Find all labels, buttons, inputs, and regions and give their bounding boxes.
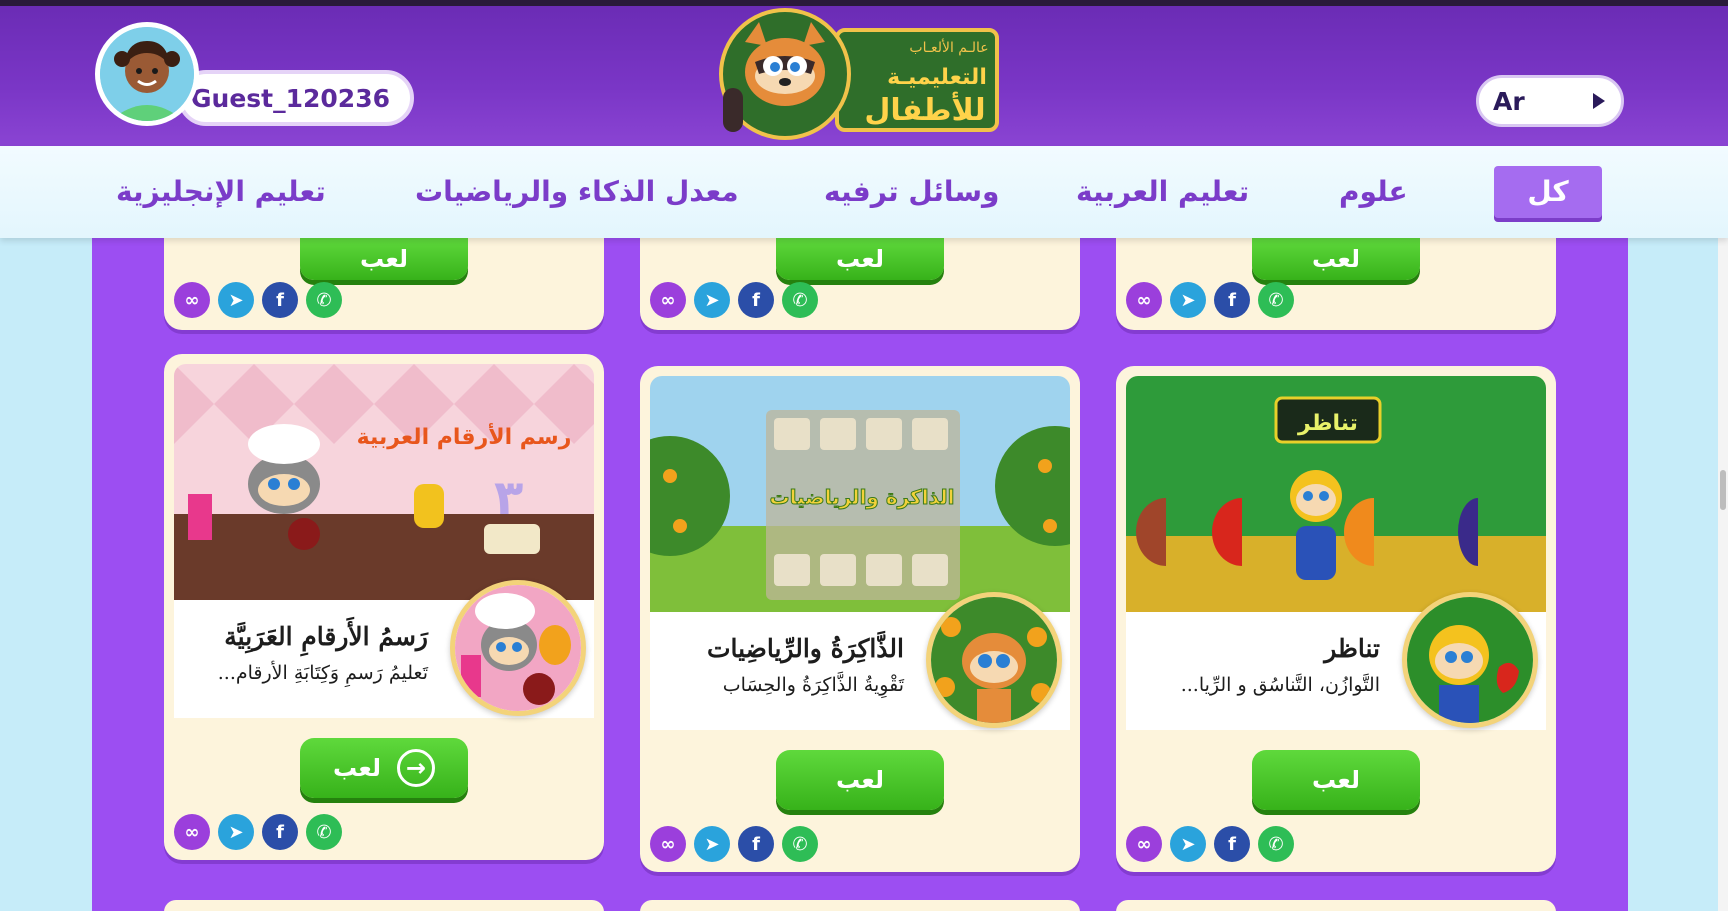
logo-line2: التعليميـة [887,65,987,90]
share-row: ∞ ➤ f ✆ [174,282,342,318]
arrow-right-circle-icon: → [396,749,435,787]
telegram-icon[interactable]: ➤ [1170,826,1206,862]
image-title: تناظر [1297,411,1358,436]
site-logo[interactable]: عالـم الألعـاب التعليميـة للأطفال [715,2,1005,140]
telegram-icon[interactable]: ➤ [694,826,730,862]
game-image[interactable]: تناظر [1126,376,1546,612]
link-icon[interactable]: ∞ [1126,282,1162,318]
facebook-icon[interactable]: f [1214,282,1250,318]
username-badge[interactable]: Guest_120236 [178,70,414,126]
share-row: ∞ ➤ f ✆ [650,826,818,862]
link-icon[interactable]: ∞ [174,814,210,850]
whatsapp-icon[interactable]: ✆ [306,814,342,850]
game-image[interactable]: رسم الأرقام العربية ٣ [174,364,594,600]
svg-text:٣: ٣ [494,470,523,526]
game-card-next-row [640,900,1080,911]
whatsapp-icon[interactable]: ✆ [782,282,818,318]
avatar[interactable] [95,22,199,126]
play-button[interactable]: لعب [776,750,944,810]
play-button[interactable]: لعب [300,238,468,280]
scrollbar-thumb[interactable] [1720,470,1726,510]
share-row: ∞ ➤ f ✆ [174,814,342,850]
play-button[interactable]: لعب [1252,238,1420,280]
tab-all[interactable]: كل [1494,166,1602,218]
game-description: تَعليمُ رَسمِ وَكِتَابَةِ الأرقام... [217,662,428,684]
link-icon[interactable]: ∞ [174,282,210,318]
language-selector[interactable]: Ar [1476,75,1624,127]
facebook-icon[interactable]: f [738,282,774,318]
game-title: رَسمُ الأَرقامِ العَرَبِيَّة [224,622,428,651]
game-title: تناظر [1324,634,1380,663]
play-triangle-icon [1593,93,1605,109]
game-card-arabic-numbers[interactable]: رسم الأرقام العربية ٣ رَسمُ الأَرقامِ ال… [164,354,604,860]
link-icon[interactable]: ∞ [650,282,686,318]
facebook-icon[interactable]: f [262,814,298,850]
game-description: التَّوازُن، التَّناسُق و الرِّيا... [1180,674,1380,696]
play-label: لعب [333,754,381,782]
game-card-next-row [1116,900,1556,911]
share-row: ∞ ➤ f ✆ [650,282,818,318]
game-description: تَقْوِيةُ الذَّاكِرَةُ والحِسَاب [722,674,904,696]
telegram-icon[interactable]: ➤ [1170,282,1206,318]
facebook-icon[interactable]: f [1214,826,1250,862]
play-button[interactable]: لعب → [300,738,468,798]
game-thumbnail[interactable] [1402,592,1538,728]
link-icon[interactable]: ∞ [650,826,686,862]
play-label: لعب [836,766,884,794]
username-label: Guest_120236 [191,83,390,113]
telegram-icon[interactable]: ➤ [694,282,730,318]
share-row: ∞ ➤ f ✆ [1126,826,1294,862]
game-card-symmetry[interactable]: تناظر تناظر التَّوازُن، التَّناسُق و الر… [1116,366,1556,872]
site-header: Guest_120236 عالـم الألعـاب التعليميـة ل… [0,0,1728,146]
tab-entertainment[interactable]: وسائل ترفيه [824,166,999,218]
logo-line1: عالـم الألعـاب [909,38,988,56]
facebook-icon[interactable]: f [262,282,298,318]
game-title: الذَّاكِرَةُ والرِّياضِيات [706,634,904,663]
whatsapp-icon[interactable]: ✆ [1258,282,1294,318]
image-title: الذاكرة والرياضيات [770,485,955,509]
tab-science[interactable]: علوم [1339,166,1408,218]
whatsapp-icon[interactable]: ✆ [306,282,342,318]
whatsapp-icon[interactable]: ✆ [1258,826,1294,862]
play-button[interactable]: لعب [1252,750,1420,810]
game-card-next-row [164,900,604,911]
tab-english[interactable]: تعليم الإنجليزية [116,166,326,218]
game-card-memory-math[interactable]: الذاكرة والرياضيات الذَّاكِرَةُ والرِّيا… [640,366,1080,872]
play-label: لعب [1312,766,1360,794]
image-title: رسم الأرقام العربية [357,422,572,450]
game-thumbnail[interactable] [450,580,586,716]
language-label: Ar [1493,86,1525,116]
game-thumbnail[interactable] [926,592,1062,728]
play-button[interactable]: لعب [776,238,944,280]
share-row: ∞ ➤ f ✆ [1126,282,1294,318]
whatsapp-icon[interactable]: ✆ [782,826,818,862]
tab-iq-math[interactable]: معدل الذكاء والرياضيات [415,166,739,218]
scrollbar[interactable] [1718,146,1728,911]
telegram-icon[interactable]: ➤ [218,282,254,318]
tab-arabic[interactable]: تعليم العربية [1076,166,1249,218]
facebook-icon[interactable]: f [738,826,774,862]
category-nav: كل علوم تعليم العربية وسائل ترفيه معدل ا… [0,146,1728,238]
telegram-icon[interactable]: ➤ [218,814,254,850]
link-icon[interactable]: ∞ [1126,826,1162,862]
game-image[interactable]: الذاكرة والرياضيات [650,376,1070,612]
logo-line3: للأطفال [864,91,985,128]
